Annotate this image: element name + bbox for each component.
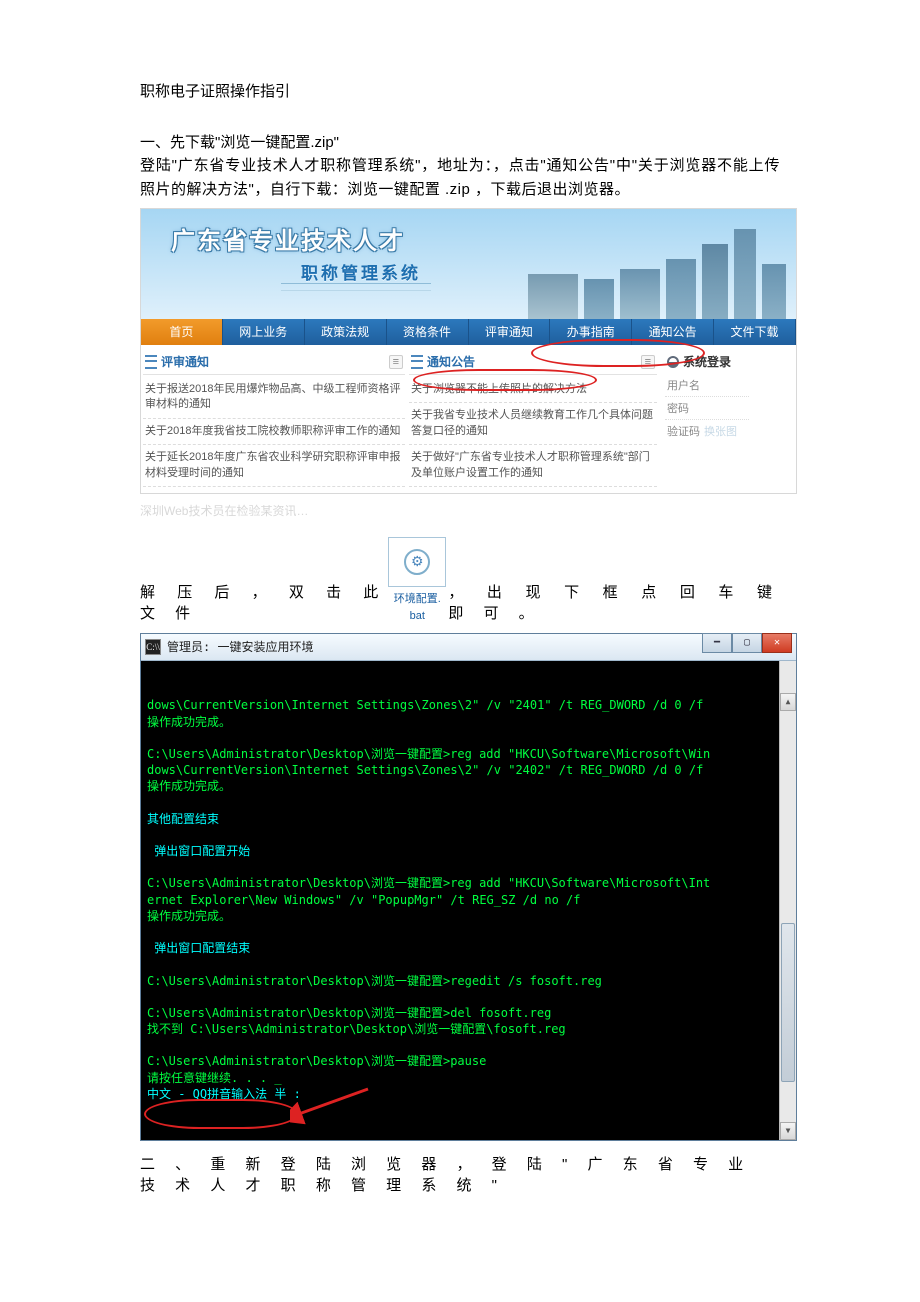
console-line: dows\CurrentVersion\Internet Settings\Zo…: [147, 762, 790, 778]
console-body: dows\CurrentVersion\Internet Settings\Zo…: [141, 661, 796, 1140]
scroll-down-button[interactable]: ▼: [780, 1122, 796, 1140]
step1-heading: 一、先下载"浏览一键配置.zip": [140, 131, 780, 152]
console-line: 其他配置结束: [147, 811, 790, 827]
login-username[interactable]: 用户名: [665, 374, 749, 397]
more-icon[interactable]: ≡: [641, 355, 655, 369]
faded-note: 深圳Web技术员在检验某资讯…: [140, 502, 780, 519]
console-line: C:\Users\Administrator\Desktop\浏览一键配置>re…: [147, 875, 790, 891]
list-item[interactable]: 关于我省专业技术人员继续教育工作几个具体问题答复口径的通知: [409, 403, 657, 445]
portal-nav: 首页 网上业务 政策法规 资格条件 评审通知 办事指南 通知公告 文件下载: [141, 319, 796, 345]
console-line: C:\Users\Administrator\Desktop\浏览一键配置>de…: [147, 1005, 790, 1021]
console-line: C:\Users\Administrator\Desktop\浏览一键配置>re…: [147, 746, 790, 762]
console-line: ernet Explorer\New Windows" /v "PopupMgr…: [147, 892, 790, 908]
list-item[interactable]: 关于2018年度我省技工院校教师职称评审工作的通知: [143, 419, 405, 445]
list-icon: [411, 355, 423, 369]
unzip-text-left: 解 压 后 ， 双 击 此 文 件: [140, 581, 386, 623]
console-title: 管理员: 一键安装应用环境: [167, 638, 313, 655]
nav-policy[interactable]: 政策法规: [305, 319, 387, 345]
minimize-button[interactable]: ━: [702, 633, 732, 653]
list-icon: [145, 355, 157, 369]
cmd-icon: C:\\: [145, 639, 161, 655]
nav-online[interactable]: 网上业务: [223, 319, 305, 345]
console-line: [147, 794, 790, 810]
maximize-button[interactable]: ▢: [732, 633, 762, 653]
console-line: C:\Users\Administrator\Desktop\浏览一键配置>pa…: [147, 1053, 790, 1069]
scroll-thumb[interactable]: [781, 923, 795, 1082]
console-line: dows\CurrentVersion\Internet Settings\Zo…: [147, 697, 790, 713]
more-icon[interactable]: ≡: [389, 355, 403, 369]
banner-subtitle: 职称管理系统: [301, 259, 421, 284]
console-line: 找不到 C:\Users\Administrator\Desktop\浏览一键配…: [147, 1021, 790, 1037]
console-titlebar: C:\\ 管理员: 一键安装应用环境 ━ ▢ ✕: [141, 634, 796, 661]
gear-icon: ⚙: [404, 549, 430, 575]
step2-text: 二 、 重 新 登 陆 浏 览 器 ， 登 陆 " 广 东 省 专 业 技 术 …: [140, 1153, 780, 1195]
portal-banner: 广东省专业技术人才 职称管理系统: [141, 209, 796, 319]
list-item[interactable]: 关于做好"广东省专业技术人才职称管理系统"部门及单位账户设置工作的通知: [409, 445, 657, 487]
nav-home[interactable]: 首页: [141, 319, 223, 345]
close-button[interactable]: ✕: [762, 633, 792, 653]
banner-main-title: 广东省专业技术人才: [171, 221, 405, 256]
announcement-title: 通知公告: [427, 353, 475, 370]
doc-title: 职称电子证照操作指引: [140, 80, 780, 101]
login-head: 系统登录: [665, 349, 794, 374]
review-notice-title: 评审通知: [161, 353, 209, 370]
nav-guide[interactable]: 办事指南: [550, 319, 632, 345]
step1-paragraph: 登陆"广东省专业技术人才职称管理系统"，地址为：，点击"通知公告"中"关于浏览器…: [140, 154, 780, 202]
login-title: 系统登录: [683, 353, 731, 370]
console-line: 弹出窗口配置结束: [147, 940, 790, 956]
console-line: [147, 956, 790, 972]
console-line: C:\Users\Administrator\Desktop\浏览一键配置>re…: [147, 973, 790, 989]
bat-file-icon[interactable]: ⚙ 环境配置. bat: [388, 537, 446, 623]
console-line: [147, 730, 790, 746]
nav-announcement[interactable]: 通知公告: [632, 319, 714, 345]
console-line: [147, 1037, 790, 1053]
console-window: C:\\ 管理员: 一键安装应用环境 ━ ▢ ✕ dows\CurrentVer…: [140, 633, 797, 1141]
captcha-refresh[interactable]: 换张图: [704, 423, 737, 439]
user-icon: [667, 356, 679, 368]
console-line: [147, 859, 790, 875]
console-line: 操作成功完成。: [147, 714, 790, 730]
console-line: 请按任意键继续. . . _: [147, 1070, 790, 1086]
console-line: [147, 827, 790, 843]
console-line: [147, 924, 790, 940]
console-line: 操作成功完成。: [147, 908, 790, 924]
login-password[interactable]: 密码: [665, 397, 749, 420]
review-notice-head: 评审通知 ≡: [143, 349, 405, 375]
bat-label-bot: bat: [410, 610, 425, 622]
unzip-text-right: ， 出 现 下 框 点 回 车 键 即 可 。: [448, 581, 780, 623]
announcement-head: 通知公告 ≡: [409, 349, 657, 375]
nav-review-notice[interactable]: 评审通知: [469, 319, 551, 345]
nav-download[interactable]: 文件下载: [714, 319, 796, 345]
console-line: 中文 - QQ拼音输入法 半 :: [147, 1086, 790, 1102]
list-item[interactable]: 关于延长2018年度广东省农业科学研究职称评审申报材料受理时间的通知: [143, 445, 405, 487]
scrollbar[interactable]: ▲ ▼: [779, 661, 796, 1140]
list-item[interactable]: 关于报送2018年民用爆炸物品高、中级工程师资格评审材料的通知: [143, 377, 405, 419]
bat-label-top: 环境配置.: [394, 593, 441, 605]
portal-screenshot: 广东省专业技术人才 职称管理系统 首页 网上业务 政策法规 资格条件 评审通知 …: [140, 208, 797, 494]
banner-divider: [281, 283, 431, 291]
console-line: [147, 989, 790, 1005]
nav-qualification[interactable]: 资格条件: [387, 319, 469, 345]
list-item[interactable]: 关于浏览器不能上传照片的解决方法: [409, 377, 657, 403]
login-captcha[interactable]: 验证码: [667, 423, 700, 439]
console-line: 弹出窗口配置开始: [147, 843, 790, 859]
console-line: 操作成功完成。: [147, 778, 790, 794]
